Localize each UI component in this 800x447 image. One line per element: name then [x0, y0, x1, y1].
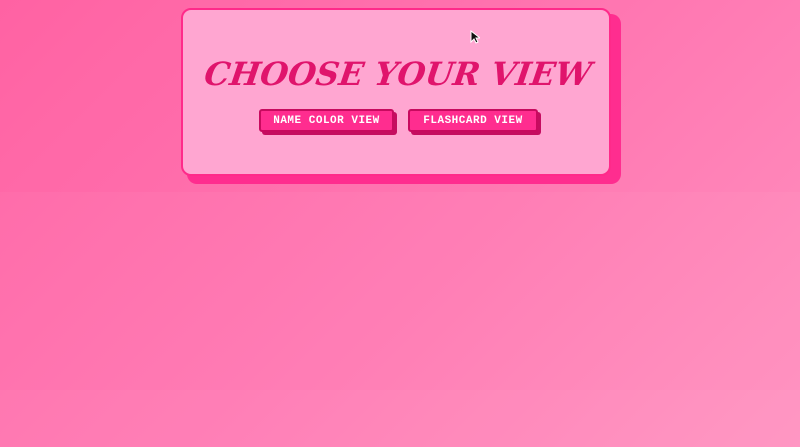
- name-color-view-button[interactable]: NAME COLOR VIEW: [259, 109, 394, 132]
- view-selector-panel: CHOOSE YOUR VIEW NAME COLOR VIEW FLASHCA…: [181, 8, 611, 176]
- page-title: CHOOSE YOUR VIEW: [202, 55, 594, 93]
- mouse-pointer-icon: [470, 30, 480, 44]
- flashcard-view-button[interactable]: FLASHCARD VIEW: [408, 109, 538, 132]
- background-band-bottom: [0, 390, 800, 447]
- background-band-middle: [0, 192, 800, 390]
